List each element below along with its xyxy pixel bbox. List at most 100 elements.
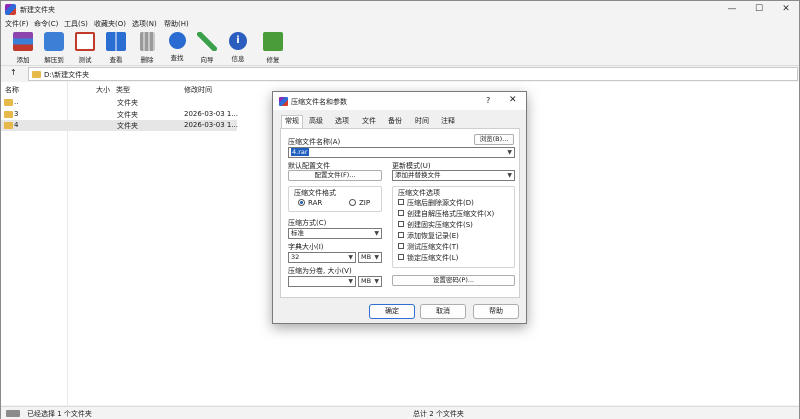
- status-selection: 已经选择 1 个文件夹: [27, 410, 92, 418]
- menu-tools[interactable]: 工具(S): [64, 19, 88, 29]
- zip-radio[interactable]: [349, 199, 356, 206]
- extract-to-label: 解压到: [44, 56, 64, 64]
- rar-radio[interactable]: [298, 199, 305, 206]
- file-modified: 2026-03-03 1...: [184, 110, 239, 118]
- tab-general[interactable]: 常规: [281, 115, 303, 128]
- find-button[interactable]: 查找: [163, 32, 191, 64]
- archive-name-combo[interactable]: 4.rar ▼: [288, 147, 515, 158]
- menu-command[interactable]: 命令(C): [34, 19, 58, 29]
- chevron-down-icon: ▼: [348, 278, 353, 285]
- file-name: 4: [14, 121, 19, 129]
- status-total: 总计 2 个文件夹: [413, 410, 464, 418]
- col-type-header[interactable]: 类型: [116, 85, 130, 95]
- file-name: ..: [14, 98, 19, 106]
- extract-to-button[interactable]: 解压到: [40, 32, 68, 64]
- dictionary-size-select[interactable]: 32 ▼: [288, 252, 356, 263]
- dictionary-unit-select[interactable]: MB ▼: [358, 252, 382, 263]
- tab-options[interactable]: 选项: [335, 116, 349, 126]
- method-select[interactable]: 标准 ▼: [288, 228, 382, 239]
- test-archive-checkbox[interactable]: [398, 243, 404, 249]
- minimize-button[interactable]: —: [719, 1, 745, 18]
- chevron-down-icon: ▼: [374, 230, 379, 237]
- zip-label: ZIP: [359, 199, 371, 207]
- menu-file[interactable]: 文件(F): [5, 19, 29, 29]
- repair-button[interactable]: 修复: [259, 32, 287, 64]
- tab-advanced[interactable]: 高级: [309, 116, 323, 126]
- ok-button[interactable]: 确定: [369, 304, 415, 319]
- menu-help[interactable]: 帮助(H): [164, 19, 189, 29]
- split-volume-combo[interactable]: ▼: [288, 276, 356, 287]
- view-button[interactable]: 查看: [102, 32, 130, 64]
- folder-icon: [4, 111, 13, 118]
- delete-after-label: 压缩后删除源文件(D): [407, 199, 474, 207]
- tab-comment[interactable]: 注释: [441, 116, 455, 126]
- window-title: 新建文件夹: [20, 6, 55, 14]
- table-row[interactable]: 4 文件夹 2026-03-03 1...: [1, 120, 238, 131]
- solid-checkbox[interactable]: [398, 221, 404, 227]
- winrar-app-icon: [5, 4, 16, 15]
- title-bar: 新建文件夹 — ☐ ✕: [1, 1, 799, 18]
- dictionary-unit-value: MB: [361, 253, 372, 261]
- update-mode-value: 添加并替换文件: [395, 171, 441, 179]
- col-name-header[interactable]: 名称: [5, 85, 19, 95]
- update-mode-select[interactable]: 添加并替换文件 ▼: [392, 170, 515, 181]
- chevron-down-icon: ▼: [374, 254, 379, 261]
- info-button[interactable]: i 信息: [224, 32, 252, 64]
- maximize-button[interactable]: ☐: [746, 1, 772, 18]
- general-tab-panel: 压缩文件名称(A) 浏览(B)... 4.rar ▼ 默认配置文件 配置文件(F…: [280, 128, 520, 298]
- browse-button[interactable]: 浏览(B)...: [474, 134, 514, 145]
- close-button[interactable]: ✕: [773, 1, 799, 18]
- tab-time[interactable]: 时间: [415, 116, 429, 126]
- file-name: 3: [14, 110, 19, 118]
- tab-backup[interactable]: 备份: [388, 116, 402, 126]
- add-button[interactable]: 添加: [9, 32, 37, 64]
- chevron-down-icon: ▼: [348, 254, 353, 261]
- dialog-title-bar: 压缩文件名和参数 ? ✕: [273, 92, 526, 110]
- archive-options-group: 压缩文件选项 压缩后删除源文件(D) 创建自解压格式压缩文件(X) 创建固实压缩…: [392, 186, 515, 268]
- archive-add-icon: [13, 32, 33, 51]
- split-unit-value: MB: [361, 277, 372, 285]
- cancel-button[interactable]: 取消: [420, 304, 466, 319]
- dialog-close-button[interactable]: ✕: [509, 95, 517, 105]
- wizard-button[interactable]: 向导: [193, 32, 221, 64]
- sfx-label: 创建自解压格式压缩文件(X): [407, 210, 495, 218]
- table-row[interactable]: 3 文件夹 2026-03-03 1...: [1, 109, 239, 120]
- drive-icon: [6, 410, 20, 417]
- test-button[interactable]: 测试: [71, 32, 99, 64]
- set-password-button[interactable]: 设置密码(P)...: [392, 275, 515, 286]
- col-modified-header[interactable]: 修改时间: [184, 85, 212, 95]
- sfx-checkbox[interactable]: [398, 210, 404, 216]
- menu-bar: 文件(F) 命令(C) 工具(S) 收藏夹(O) 选项(N) 帮助(H): [1, 18, 799, 30]
- winrar-app-icon: [279, 97, 288, 106]
- help-button[interactable]: 帮助: [473, 304, 519, 319]
- add-label: 添加: [16, 56, 30, 64]
- split-volume-label: 压缩为分卷, 大小(V): [288, 267, 352, 275]
- table-row[interactable]: .. 文件夹: [1, 97, 237, 108]
- folder-icon: [32, 71, 41, 78]
- test-archive-label: 测试压缩文件(T): [407, 243, 459, 251]
- dictionary-size-label: 字典大小(I): [288, 243, 324, 251]
- help-question-icon[interactable]: ?: [486, 96, 490, 105]
- menu-favorites[interactable]: 收藏夹(O): [94, 19, 126, 29]
- lock-archive-checkbox[interactable]: [398, 254, 404, 260]
- profiles-button[interactable]: 配置文件(F)...: [288, 170, 382, 181]
- delete-after-checkbox[interactable]: [398, 199, 404, 205]
- archive-name-value: 4.rar: [291, 148, 309, 156]
- folder-icon: [4, 122, 13, 129]
- path-field[interactable]: D:\新建文件夹: [28, 67, 798, 81]
- col-size-header[interactable]: 大小: [96, 85, 110, 95]
- up-arrow-icon[interactable]: ↑: [10, 68, 17, 77]
- delete-button[interactable]: 删除: [133, 32, 161, 64]
- format-group-label: 压缩文件格式: [294, 189, 336, 197]
- trash-can-icon: [139, 32, 155, 51]
- chevron-down-icon: ▼: [374, 278, 379, 285]
- recovery-record-checkbox[interactable]: [398, 232, 404, 238]
- wizard-wand-icon: [197, 32, 217, 51]
- format-group: 压缩文件格式 RAR ZIP: [288, 186, 382, 212]
- toolbar: 添加 解压到 测试 查看 删除 查找 向导 i 信息 修复: [1, 30, 799, 66]
- split-unit-select[interactable]: MB ▼: [358, 276, 382, 287]
- menu-options[interactable]: 选项(N): [132, 19, 157, 29]
- find-label: 查找: [170, 54, 184, 62]
- tab-files[interactable]: 文件: [362, 116, 376, 126]
- archive-dialog: 压缩文件名和参数 ? ✕ 常规 高级 选项 文件 备份 时间 注释 压缩文件名称…: [272, 91, 527, 324]
